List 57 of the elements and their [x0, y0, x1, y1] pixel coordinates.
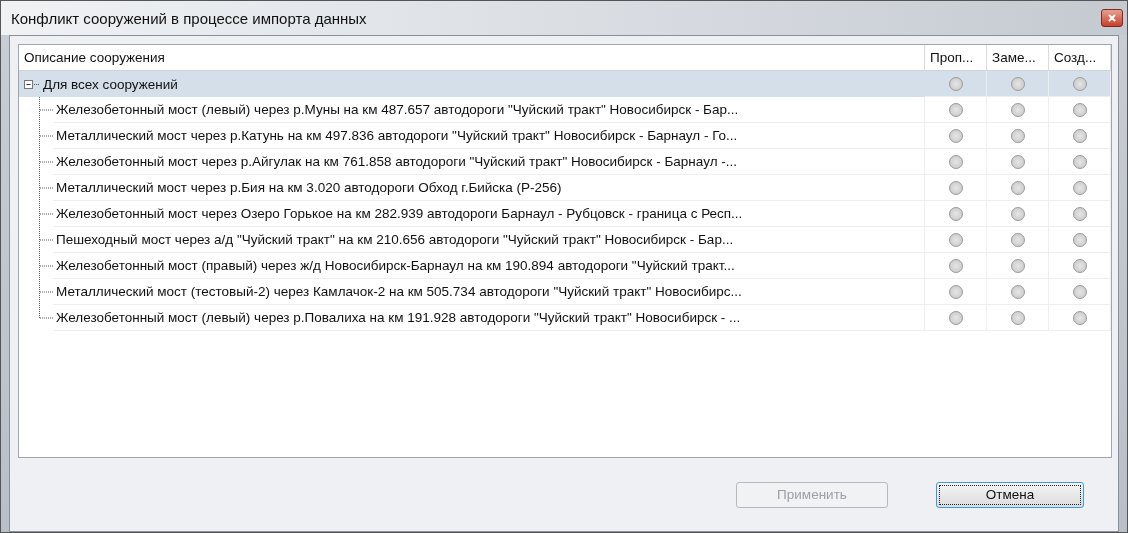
- radio-button[interactable]: [1010, 154, 1025, 169]
- tree-connector: [39, 227, 53, 253]
- tree-item[interactable]: Металлический мост (тестовый-2) через Камлачок-2 на км 505.734 автодороги "Чуйский тракт" Новосибирс...: [53, 284, 745, 299]
- radio-button[interactable]: [1010, 180, 1025, 195]
- radio-button[interactable]: [1010, 206, 1025, 221]
- column-header[interactable]: Описание сооружения: [19, 45, 925, 71]
- tree-row[interactable]: Для всех сооружений: [19, 71, 1111, 97]
- radio-button[interactable]: [948, 310, 963, 325]
- radio-button[interactable]: [948, 102, 963, 117]
- radio-button[interactable]: [1010, 76, 1025, 91]
- tree-item[interactable]: Железобетонный мост (левый) через р.Повалиха на км 191.928 автодороги "Чуйский тракт" Новосибирск - ...: [53, 310, 744, 325]
- tree-connector: [39, 123, 53, 149]
- radio-button[interactable]: [1072, 206, 1087, 221]
- cancel-button[interactable]: Отмена: [936, 481, 1084, 508]
- close-button[interactable]: [1101, 9, 1123, 27]
- radio-button[interactable]: [948, 76, 963, 91]
- radio-button[interactable]: [948, 128, 963, 143]
- radio-button[interactable]: [1010, 284, 1025, 299]
- tree-item[interactable]: Для всех сооружений: [40, 76, 181, 92]
- radio-button[interactable]: [1010, 258, 1025, 273]
- tree-item[interactable]: Пешеходный мост через а/д "Чуйский тракт" на км 210.656 автодороги "Чуйский тракт" Новосибирск - Бар...: [53, 232, 737, 247]
- radio-button[interactable]: [1072, 180, 1087, 195]
- radio-button[interactable]: [1072, 128, 1087, 143]
- radio-button[interactable]: [1010, 102, 1025, 117]
- tree-connector: [39, 175, 53, 201]
- tree-connector: [39, 253, 53, 279]
- radio-button[interactable]: [948, 154, 963, 169]
- collapse-icon[interactable]: [24, 79, 40, 89]
- tree-connector: [39, 201, 53, 227]
- tree-item[interactable]: Металлический мост через р.Катунь на км 497.836 автодороги "Чуйский тракт" Новосибирск - Барнаул - Го...: [53, 128, 741, 143]
- radio-button[interactable]: [948, 284, 963, 299]
- radio-button[interactable]: [948, 206, 963, 221]
- tree-item[interactable]: Железобетонный мост через Озеро Горькое на км 282.939 автодороги Барнаул - Рубцовск - граница с Респ...: [53, 206, 746, 221]
- radio-button[interactable]: [1072, 232, 1087, 247]
- radio-button[interactable]: [948, 180, 963, 195]
- radio-button[interactable]: [1010, 128, 1025, 143]
- window-title: Конфликт сооружений в процессе импорта данных: [11, 9, 367, 27]
- radio-button[interactable]: [1072, 258, 1087, 273]
- radio-button[interactable]: [948, 258, 963, 273]
- radio-button[interactable]: [1072, 284, 1087, 299]
- close-icon: [1108, 14, 1116, 22]
- tree-connector: [39, 97, 53, 123]
- column-header[interactable]: Заме...: [987, 45, 1049, 71]
- radio-button[interactable]: [1072, 102, 1087, 117]
- tree-item[interactable]: Металлический мост через р.Бия на км 3.020 автодороги Обход г.Бийска (Р-256): [53, 180, 565, 195]
- radio-button[interactable]: [1010, 232, 1025, 247]
- radio-button[interactable]: [1072, 76, 1087, 91]
- radio-button[interactable]: [1072, 154, 1087, 169]
- radio-button[interactable]: [1010, 310, 1025, 325]
- tree-item[interactable]: Железобетонный мост через р.Айгулак на км 761.858 автодороги "Чуйский тракт" Новосибирск - Барнаул -...: [53, 154, 740, 169]
- tree-connector: [39, 149, 53, 175]
- radio-button[interactable]: [948, 232, 963, 247]
- radio-button[interactable]: [1072, 310, 1087, 325]
- column-header[interactable]: Созд...: [1049, 45, 1111, 71]
- column-header[interactable]: Проп...: [925, 45, 987, 71]
- tree-item[interactable]: Железобетонный мост (левый) через р.Муны на км 487.657 автодороги "Чуйский тракт" Новосибирск - Бар...: [53, 102, 742, 117]
- tree-item[interactable]: Железобетонный мост (правый) через ж/д Новосибирск-Барнаул на км 190.894 автодороги "Чуйский тракт...: [53, 258, 738, 273]
